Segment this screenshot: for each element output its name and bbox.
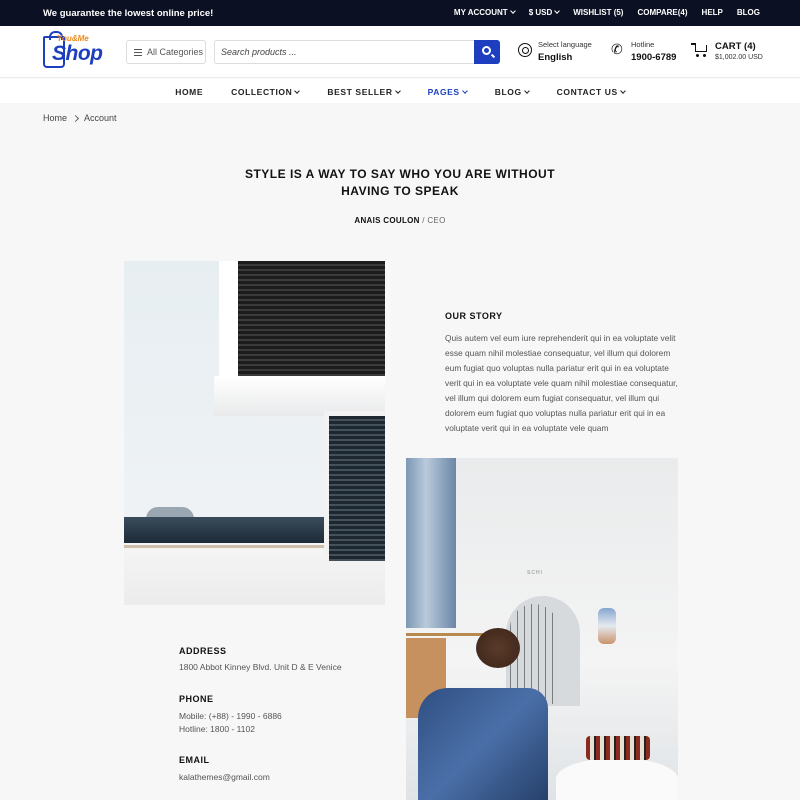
address-text: 1800 Abbot Kinney Blvd. Unit D & E Venic… — [179, 662, 342, 672]
cart-label: CART (4) — [715, 41, 756, 52]
search-input[interactable] — [214, 40, 474, 64]
chevron-down-icon — [554, 8, 561, 14]
phone-hotline: Hotline: 1800 - 1102 — [179, 724, 255, 734]
boutique-sign: SCHI — [527, 570, 543, 576]
breadcrumb-home[interactable]: Home — [43, 113, 67, 123]
story-title: OUR STORY — [445, 311, 503, 321]
nav-item-contact-us[interactable]: CONTACT US — [556, 87, 626, 97]
hotline-label: Hotline — [631, 40, 655, 49]
quote-text: STYLE IS A WAY TO SAY WHO YOU ARE WITHOU… — [244, 167, 556, 198]
quote-author: ANAIS COULON / CEO — [0, 216, 800, 225]
image-shape — [586, 736, 650, 760]
cart-icon[interactable] — [691, 43, 708, 57]
language-selector[interactable]: Select language English — [538, 40, 592, 63]
blog-link[interactable]: BLOG — [737, 8, 760, 17]
wishlist-link[interactable]: WISHLIST (5) — [573, 8, 623, 17]
promo-text: We guarantee the lowest online price! — [43, 8, 214, 19]
breadcrumb-current: Account — [84, 113, 117, 123]
my-account-link[interactable]: MY ACCOUNT — [453, 8, 516, 17]
author-role: CEO — [427, 216, 446, 225]
nav-label: HOME — [175, 87, 204, 97]
currency-label: $ USD — [528, 8, 553, 17]
story-text: Quis autem vel eum iure reprehenderit qu… — [445, 333, 678, 433]
nav-item-blog[interactable]: BLOG — [494, 87, 530, 97]
phone-mobile: Mobile: (+88) - 1990 - 6886 — [179, 711, 282, 721]
my-account-label: MY ACCOUNT — [453, 8, 508, 17]
boutique-image: SCHI — [406, 458, 678, 800]
language-label: Select language — [538, 40, 592, 49]
cart-wheel — [696, 54, 699, 57]
breadcrumb: Home Account — [43, 113, 117, 123]
nav-item-best-seller[interactable]: BEST SELLER — [327, 87, 401, 97]
chevron-down-icon — [619, 88, 626, 94]
logo-big-text: Shop — [52, 42, 103, 65]
language-value: English — [538, 52, 573, 63]
all-categories-label: All Categories — [147, 47, 204, 57]
email-title: EMAIL — [179, 755, 210, 765]
top-bar: We guarantee the lowest online price! MY… — [0, 0, 800, 26]
nav-label: BEST SELLER — [327, 87, 393, 97]
image-shape — [214, 376, 385, 416]
search-button[interactable] — [474, 40, 500, 64]
image-shape — [406, 458, 456, 628]
phone-icon: ✆ — [611, 41, 623, 57]
image-shape — [556, 758, 678, 800]
image-shape — [418, 688, 548, 800]
cart-wheel — [703, 54, 706, 57]
main-nav: HOME COLLECTION BEST SELLER PAGES BLOG C… — [0, 79, 800, 103]
author-name: ANAIS COULON — [354, 216, 420, 225]
cart-summary[interactable]: CART (4) $1,002.00 USD — [715, 41, 763, 61]
cart-total: $1,002.00 USD — [715, 54, 763, 61]
image-shape — [329, 416, 385, 561]
image-shape — [476, 628, 520, 668]
architecture-image — [124, 261, 385, 605]
hotline-block: Hotline 1900-6789 — [631, 40, 676, 63]
site-logo[interactable]: You&Me Shop — [43, 31, 109, 72]
chevron-down-icon — [523, 88, 530, 94]
chevron-down-icon — [461, 88, 468, 94]
address-title: ADDRESS — [179, 646, 227, 656]
chevron-down-icon — [394, 88, 401, 94]
search-icon — [482, 46, 491, 55]
chevron-right-icon — [71, 114, 80, 122]
compare-link[interactable]: COMPARE(4) — [637, 8, 687, 17]
nav-label: BLOG — [494, 87, 522, 97]
image-shape — [238, 261, 385, 376]
nav-label: COLLECTION — [231, 87, 293, 97]
author-separator: / — [422, 216, 425, 225]
nav-item-collection[interactable]: COLLECTION — [231, 87, 301, 97]
hotline-value: 1900-6789 — [631, 52, 677, 63]
menu-icon — [134, 49, 142, 56]
chevron-down-icon — [509, 8, 516, 14]
all-categories-button[interactable]: All Categories — [126, 40, 206, 64]
currency-link[interactable]: $ USD — [528, 8, 561, 17]
image-shape — [406, 633, 491, 636]
nav-label: PAGES — [427, 87, 460, 97]
nav-label: CONTACT US — [556, 87, 618, 97]
image-shape — [598, 608, 616, 644]
nav-item-pages[interactable]: PAGES — [427, 87, 468, 97]
email-link[interactable]: kalathemes@gmail.com — [179, 771, 270, 784]
phone-title: PHONE — [179, 694, 214, 704]
language-icon — [518, 43, 532, 57]
help-link[interactable]: HELP — [702, 8, 723, 17]
top-links: MY ACCOUNT $ USD WISHLIST (5) COMPARE(4)… — [454, 8, 760, 17]
cart-basket-shape — [691, 43, 707, 52]
site-header: You&Me Shop All Categories Select langua… — [0, 26, 800, 78]
chevron-down-icon — [294, 88, 301, 94]
nav-item-home[interactable]: HOME — [175, 87, 203, 97]
